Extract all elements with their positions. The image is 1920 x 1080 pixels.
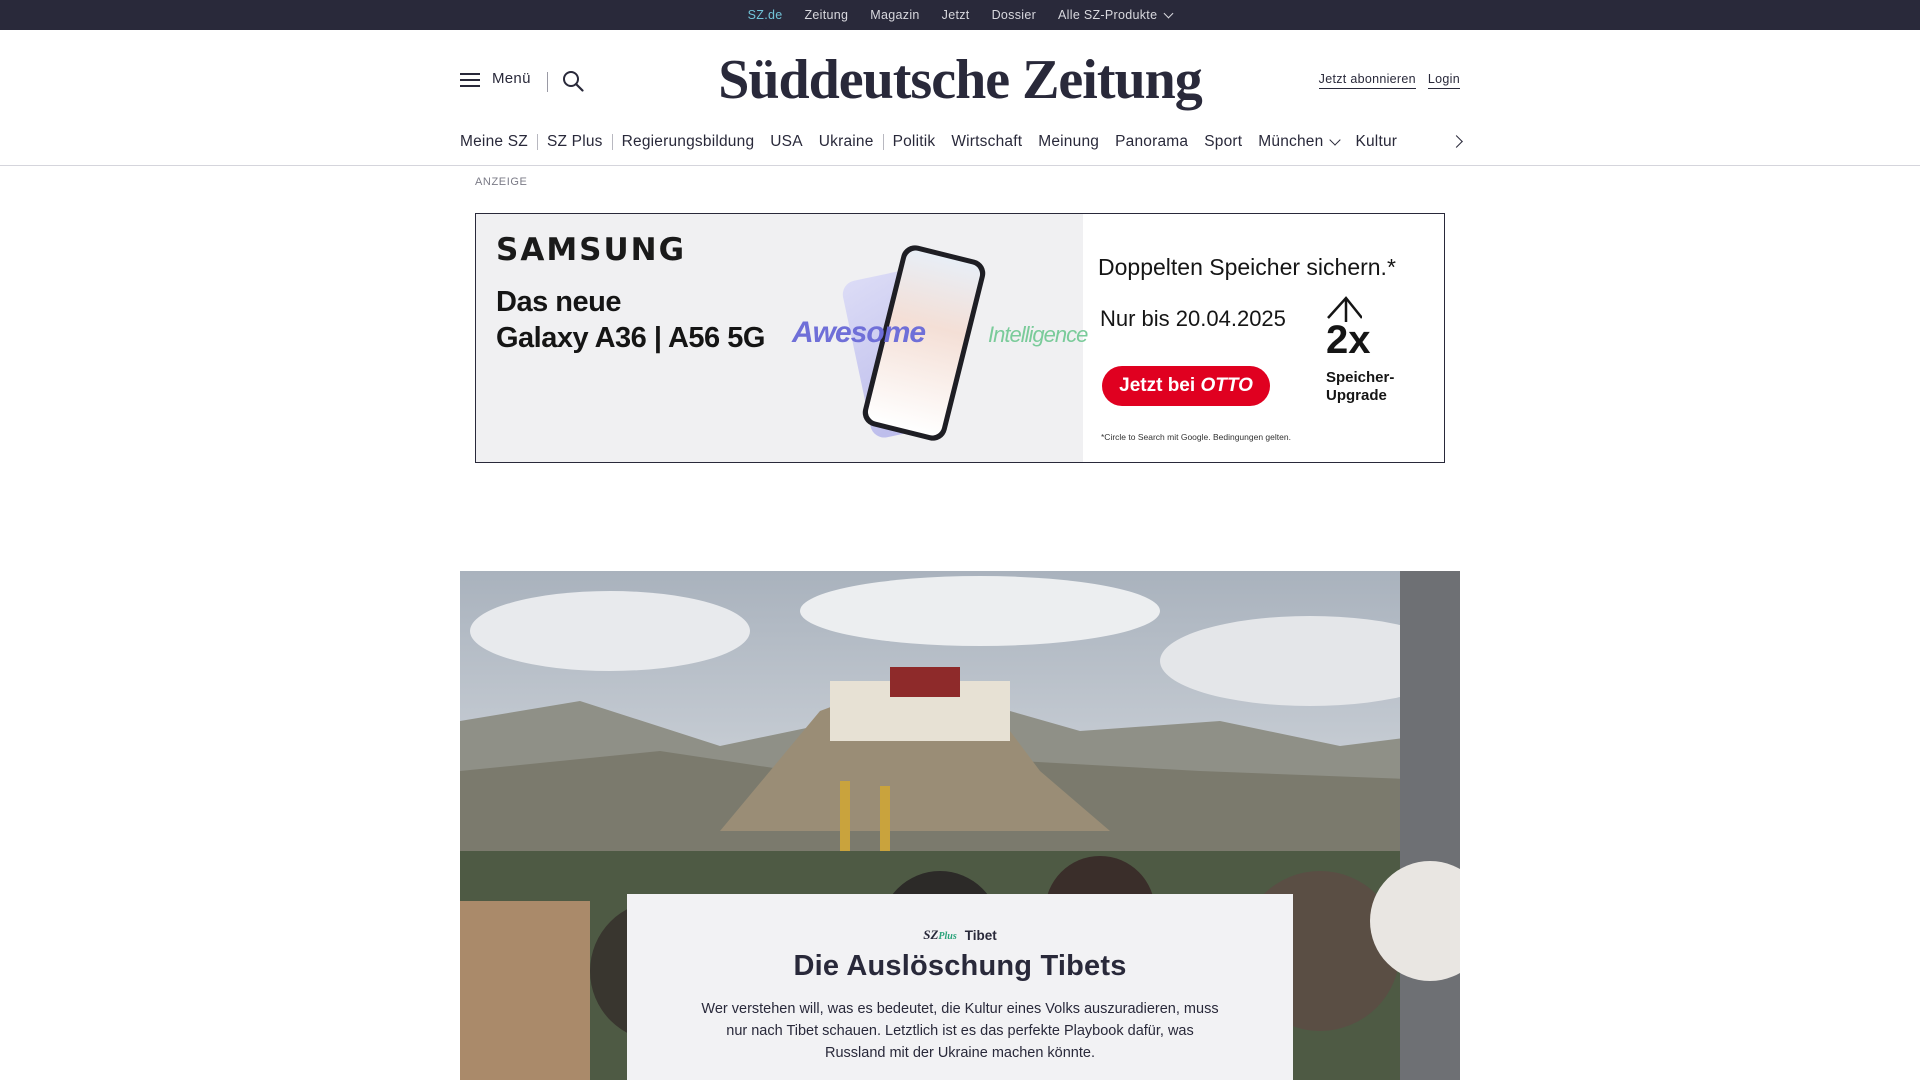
nav-item-politik[interactable]: Politik (893, 133, 936, 151)
topbar-link-magazin[interactable]: Magazin (870, 8, 919, 22)
ad-headline-line2: Galaxy A36 | A56 5G (496, 322, 765, 354)
nav-item-sport[interactable]: Sport (1204, 133, 1242, 151)
search-button[interactable] (562, 70, 584, 92)
ad-cta-button[interactable]: Jetzt bei OTTO (1102, 366, 1270, 406)
hamburger-icon (460, 71, 480, 87)
ad-multiplier: 2x (1326, 318, 1371, 362)
teaser-text: Wer verstehen will, was es bedeutet, die… (701, 1001, 1219, 1061)
ad-upgrade-text: Speicher- Upgrade (1326, 369, 1394, 405)
sz-plus-badge-sz: SZ (923, 927, 939, 942)
ad-cta-prefix: Jetzt bei (1119, 375, 1196, 396)
nav-item-ukraine[interactable]: Ukraine (819, 133, 874, 151)
nav-item-muenchen[interactable]: München (1258, 133, 1342, 151)
ad-headline: Das neue Galaxy A36 | A56 5G (496, 284, 765, 356)
sz-plus-badge-plus: Plus (938, 931, 957, 942)
ad-cta-brand: OTTO (1200, 375, 1253, 396)
chevron-down-icon (1163, 8, 1174, 18)
menu-label: Menü (492, 70, 531, 87)
ad-date: Nur bis 20.04.2025 (1100, 306, 1286, 331)
subscribe-link[interactable]: Jetzt abonnieren (1318, 72, 1416, 89)
article-teaser[interactable]: SZPlus Tibet Die Auslöschung Tibets Wer … (627, 894, 1293, 1080)
ad-left-panel: SAMSUNG Das neue Galaxy A36 | A56 5G Awe… (476, 214, 1088, 462)
nav-item-usa[interactable]: USA (770, 133, 802, 151)
sz-plus-badge: SZPlus (923, 927, 957, 943)
nav-item-panorama[interactable]: Panorama (1115, 133, 1188, 151)
ad-headline-line1: Das neue (496, 286, 621, 318)
ad-awesome-text: Awesome (792, 316, 926, 349)
teaser-title[interactable]: Die Auslöschung Tibets (627, 950, 1293, 983)
nav-item-muenchen-label: München (1258, 133, 1324, 150)
ad-upgrade-line1: Speicher- (1326, 369, 1395, 386)
nav-item-kultur[interactable]: Kultur (1355, 133, 1397, 151)
nav-divider (611, 134, 613, 150)
teaser-kicker: SZPlus Tibet (627, 927, 1293, 943)
topbar-products-label: Alle SZ-Produkte (1058, 8, 1158, 22)
top-bar-links: SZ.de Zeitung Magazin Jetzt Dossier Alle… (0, 0, 1920, 30)
nav-divider (536, 134, 538, 150)
topbar-link-szde[interactable]: SZ.de (748, 8, 783, 30)
ad-fine-print: *Circle to Search mit Google. Bedingunge… (1101, 432, 1291, 442)
topbar-products-dropdown[interactable]: Alle SZ-Produkte (1058, 8, 1174, 22)
ad-banner[interactable]: SAMSUNG Das neue Galaxy A36 | A56 5G Awe… (475, 213, 1445, 463)
teaser-kicker-text: Tibet (964, 927, 997, 943)
search-icon (563, 71, 584, 92)
login-link[interactable]: Login (1427, 72, 1460, 89)
section-nav: Meine SZ SZ Plus Regierungsbildung USA U… (460, 130, 1397, 154)
nav-item-meine-sz[interactable]: Meine SZ (460, 133, 528, 151)
ad-brand: SAMSUNG (496, 232, 687, 268)
nav-item-wirtschaft[interactable]: Wirtschaft (951, 133, 1022, 151)
topbar-link-jetzt[interactable]: Jetzt (942, 8, 970, 22)
nav-item-sz-plus[interactable]: SZ Plus (547, 133, 603, 151)
account-links: Jetzt abonnieren Login (1318, 72, 1460, 89)
nav-scroll-right-button[interactable] (1448, 132, 1468, 152)
ad-offer: Doppelten Speicher sichern.* (1098, 254, 1396, 280)
nav-item-regierungsbildung[interactable]: Regierungsbildung (622, 133, 755, 151)
masthead-divider (547, 72, 548, 92)
menu-button[interactable]: Menü (460, 70, 531, 87)
top-bar: SZ.de Zeitung Magazin Jetzt Dossier Alle… (0, 0, 1920, 30)
topbar-link-dossier[interactable]: Dossier (992, 8, 1036, 22)
ad-intelligence-text: Intelligence (988, 322, 1088, 347)
nav-divider (882, 134, 884, 150)
masthead: Menü Süddeutsche Zeitung Jetzt abonniere… (0, 30, 1920, 166)
ad-upgrade-line2: Upgrade (1326, 387, 1387, 404)
ad-label: ANZEIGE (475, 176, 528, 188)
topbar-link-zeitung[interactable]: Zeitung (805, 8, 849, 22)
chevron-down-icon (1329, 134, 1342, 146)
site-logo[interactable]: Süddeutsche Zeitung (700, 48, 1220, 112)
nav-item-meinung[interactable]: Meinung (1038, 133, 1099, 151)
